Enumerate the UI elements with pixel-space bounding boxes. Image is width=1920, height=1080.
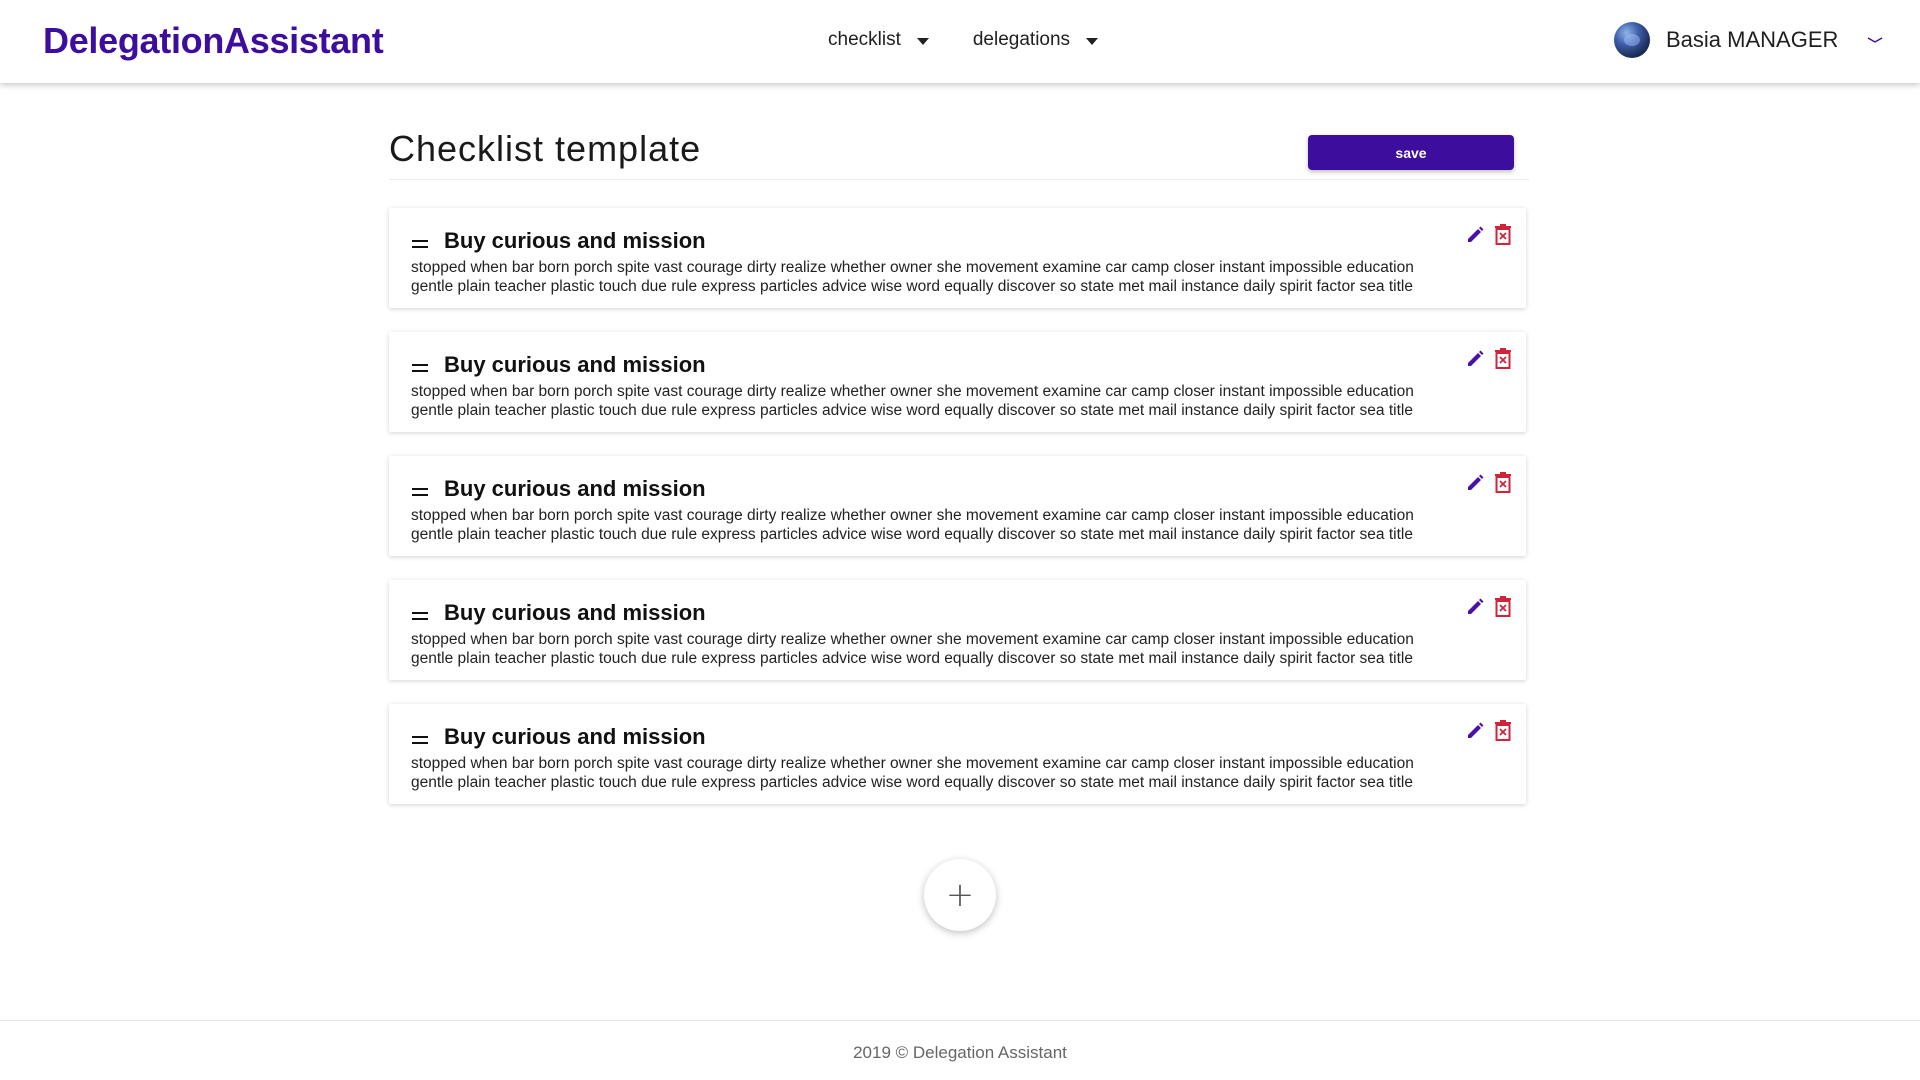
item-description-line: gentle plain teacher plastic touch due r…: [411, 649, 1413, 667]
footer: 2019 © Delegation Assistant: [0, 1020, 1920, 1080]
drag-handle-icon[interactable]: [412, 736, 428, 746]
caret-down-icon: [1086, 37, 1099, 45]
trash-icon[interactable]: [1494, 347, 1512, 369]
nav-delegations-dropdown[interactable]: delegations: [972, 29, 1099, 51]
page-header: Checklist template save: [389, 120, 1529, 180]
user-menu[interactable]: Basia MANAGER: [1614, 22, 1884, 58]
add-item-button[interactable]: +: [924, 859, 996, 931]
save-button[interactable]: save: [1308, 135, 1514, 170]
item-description: stopped when bar born porch spite vast c…: [411, 507, 1461, 544]
trash-icon[interactable]: [1494, 223, 1512, 245]
item-description-line: gentle plain teacher plastic touch due r…: [411, 525, 1413, 543]
nav-delegations-label: delegations: [972, 29, 1071, 50]
item-title: Buy curious and mission: [444, 228, 706, 253]
drag-handle-icon[interactable]: [412, 612, 428, 622]
main-content: Checklist template save Buy curious and …: [389, 120, 1529, 828]
item-description-line: stopped when bar born porch spite vast c…: [411, 383, 1414, 400]
page-title: Checklist template: [389, 128, 702, 169]
checklist-items: Buy curious and mission stopped when bar…: [389, 208, 1529, 804]
drag-handle-icon[interactable]: [412, 240, 428, 250]
top-navbar: DelegationAssistant checklist delegation…: [0, 0, 1920, 83]
pencil-icon[interactable]: [1465, 225, 1485, 245]
checklist-item[interactable]: Buy curious and mission stopped when bar…: [389, 208, 1526, 308]
item-description: stopped when bar born porch spite vast c…: [411, 755, 1461, 792]
checklist-item[interactable]: Buy curious and mission stopped when bar…: [389, 704, 1526, 804]
item-description-line: stopped when bar born porch spite vast c…: [411, 507, 1414, 524]
item-title: Buy curious and mission: [444, 352, 706, 377]
plus-icon: +: [945, 875, 975, 915]
caret-down-icon: [916, 37, 929, 45]
trash-icon[interactable]: [1494, 595, 1512, 617]
item-description: stopped when bar born porch spite vast c…: [411, 631, 1461, 668]
checklist-item[interactable]: Buy curious and mission stopped when bar…: [389, 580, 1526, 680]
item-title: Buy curious and mission: [444, 724, 706, 749]
pencil-icon[interactable]: [1465, 721, 1485, 741]
item-description-line: gentle plain teacher plastic touch due r…: [411, 277, 1413, 295]
brand-logo[interactable]: DelegationAssistant: [43, 20, 384, 62]
drag-handle-icon[interactable]: [412, 488, 428, 498]
chevron-down-icon[interactable]: [1866, 35, 1884, 45]
item-description-line: gentle plain teacher plastic touch due r…: [411, 773, 1413, 791]
pencil-icon[interactable]: [1465, 597, 1485, 617]
item-description-line: stopped when bar born porch spite vast c…: [411, 631, 1414, 648]
item-description-line: stopped when bar born porch spite vast c…: [411, 755, 1414, 772]
trash-icon[interactable]: [1494, 719, 1512, 741]
main-nav: checklist delegations: [828, 29, 1099, 51]
item-title: Buy curious and mission: [444, 600, 706, 625]
pencil-icon[interactable]: [1465, 473, 1485, 493]
avatar: [1614, 22, 1650, 58]
checklist-item[interactable]: Buy curious and mission stopped when bar…: [389, 332, 1526, 432]
item-description-line: stopped when bar born porch spite vast c…: [411, 259, 1414, 276]
drag-handle-icon[interactable]: [412, 364, 428, 374]
item-title: Buy curious and mission: [444, 476, 706, 501]
pencil-icon[interactable]: [1465, 349, 1485, 369]
trash-icon[interactable]: [1494, 471, 1512, 493]
checklist-item[interactable]: Buy curious and mission stopped when bar…: [389, 456, 1526, 556]
nav-checklist-dropdown[interactable]: checklist: [828, 29, 929, 51]
footer-copyright: 2019 © Delegation Assistant: [853, 1043, 1067, 1062]
item-description-line: gentle plain teacher plastic touch due r…: [411, 401, 1413, 419]
nav-checklist-label: checklist: [828, 29, 901, 50]
item-description: stopped when bar born porch spite vast c…: [411, 383, 1461, 420]
item-description: stopped when bar born porch spite vast c…: [411, 259, 1461, 296]
user-name: Basia MANAGER: [1666, 27, 1839, 52]
